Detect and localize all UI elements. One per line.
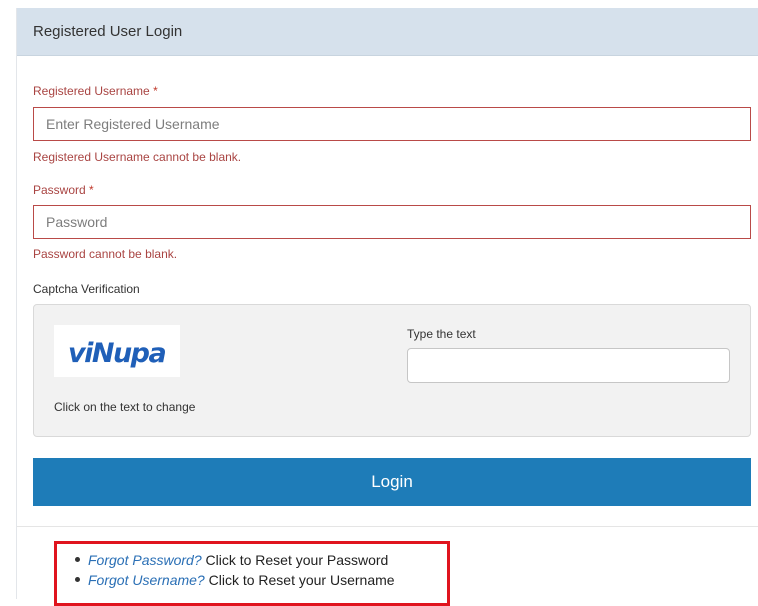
recovery-links-list: Forgot Password? Click to Reset your Pas… <box>75 550 395 590</box>
panel-title: Registered User Login <box>33 23 183 40</box>
divider <box>17 526 758 527</box>
bullet-icon <box>75 556 80 562</box>
username-input[interactable] <box>33 107 751 141</box>
captcha-image[interactable]: viNupa <box>54 325 180 377</box>
captcha-image-graphic[interactable]: viNupa <box>54 325 180 377</box>
username-required-mark: * <box>153 84 158 98</box>
password-input[interactable] <box>33 205 751 239</box>
captcha-box: viNupa Click on the text to change Type … <box>33 304 751 437</box>
username-error: Registered Username cannot be blank. <box>33 150 242 164</box>
recovery-links-highlight: Forgot Password? Click to Reset your Pas… <box>54 541 450 606</box>
username-label-text: Registered Username <box>33 84 150 98</box>
captcha-hint: Click on the text to change <box>54 400 196 414</box>
captcha-image-text[interactable]: viNupa <box>68 338 167 369</box>
forgot-password-item: Forgot Password? Click to Reset your Pas… <box>75 550 395 570</box>
login-panel: Registered User Login Registered Usernam… <box>16 8 758 606</box>
forgot-password-link[interactable]: Forgot Password? <box>88 552 202 568</box>
forgot-username-link[interactable]: Forgot Username? <box>88 572 205 588</box>
forgot-username-suffix: Click to Reset your Username <box>204 572 395 588</box>
captcha-input-label: Type the text <box>407 327 476 341</box>
password-label-text: Password <box>33 183 86 197</box>
captcha-input[interactable] <box>407 348 730 383</box>
username-label: Registered Username * <box>33 84 158 98</box>
forgot-username-item: Forgot Username? Click to Reset your Use… <box>75 570 395 590</box>
forgot-password-suffix: Click to Reset your Password <box>201 552 389 568</box>
password-required-mark: * <box>89 183 94 197</box>
bullet-icon <box>75 576 80 582</box>
login-button[interactable]: Login <box>33 458 751 506</box>
password-error: Password cannot be blank. <box>33 247 178 261</box>
password-label: Password * <box>33 183 94 197</box>
panel-header: Registered User Login <box>17 8 758 56</box>
captcha-section-label: Captcha Verification <box>33 282 140 296</box>
